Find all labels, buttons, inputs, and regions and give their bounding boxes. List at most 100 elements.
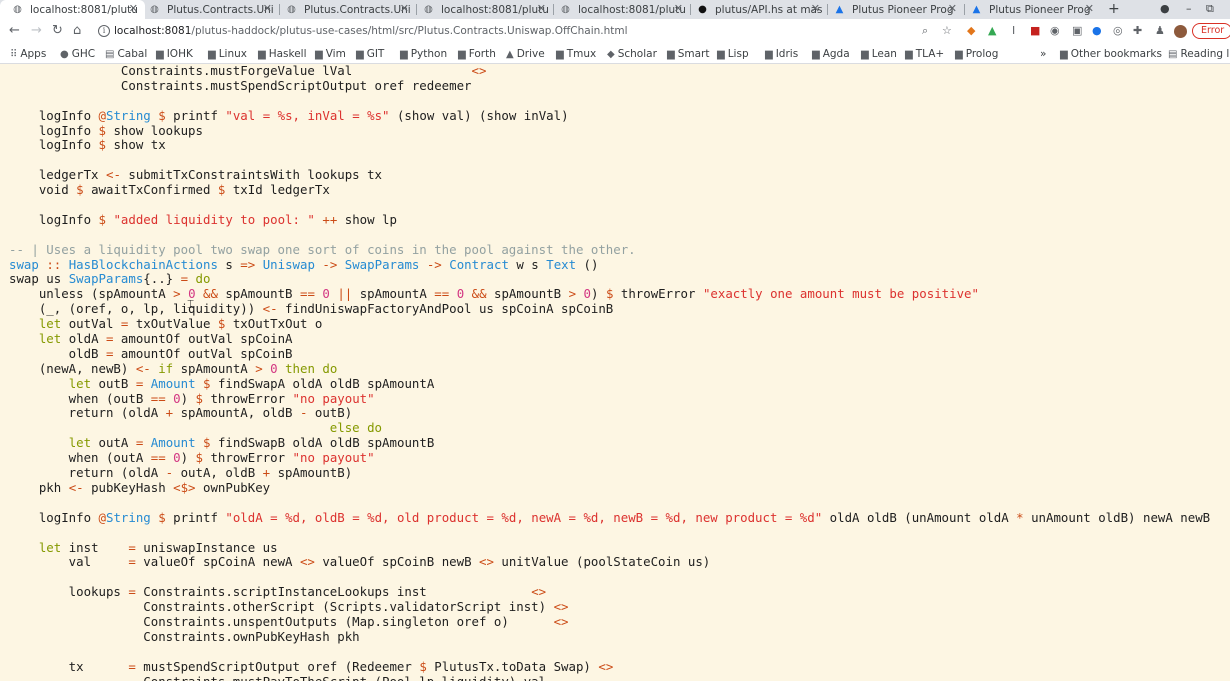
bookmark-forth[interactable]: ▆ Forth xyxy=(458,47,496,62)
info-icon[interactable]: i xyxy=(98,25,110,37)
address-bar[interactable]: localhost:8081/plutus-haddock/plutus-use… xyxy=(114,25,628,37)
tab-5[interactable]: ● plutus/API.hs at mas ✕ xyxy=(685,0,827,19)
folder-icon: ▆ xyxy=(667,49,675,60)
close-icon[interactable]: ✕ xyxy=(1085,2,1094,15)
bookmark-ghc[interactable]: ● GHC xyxy=(60,47,95,62)
bookmark-smart[interactable]: ▆ Smart xyxy=(667,47,709,62)
extension-blue-icon[interactable]: ● xyxy=(1092,24,1102,38)
close-icon[interactable]: ✕ xyxy=(263,2,272,15)
bookmark-cabal[interactable]: ▤ Cabal xyxy=(105,47,147,62)
tab-3[interactable]: ◍ localhost:8081/plutu ✕ xyxy=(411,0,553,19)
metamask-icon[interactable]: ◆ xyxy=(967,24,975,38)
code-token: valueOf spCoinA newA xyxy=(135,554,300,570)
extension-i-icon[interactable]: I xyxy=(1012,24,1015,38)
code-line: ledgerTx <- submitTxConstraintsWith look… xyxy=(9,167,1210,183)
folder-icon: ▆ xyxy=(208,49,216,60)
close-icon[interactable]: ✕ xyxy=(811,2,820,15)
extension-circle-icon[interactable]: ◉ xyxy=(1050,24,1060,38)
profile-icon[interactable]: ♟ xyxy=(1155,24,1165,38)
bookmark-lisp[interactable]: ▆ Lisp xyxy=(717,47,749,62)
reload-icon[interactable]: ↻ xyxy=(52,23,63,39)
code-token: {..} xyxy=(143,271,181,287)
folder-icon: ▆ xyxy=(1060,49,1068,60)
code-token: Constraints.otherScript (Scripts.validat… xyxy=(9,599,554,615)
new-tab-button[interactable]: + xyxy=(1108,0,1120,18)
close-icon[interactable]: ✕ xyxy=(537,2,546,15)
tab-7[interactable]: ▲ Plutus Pioneer Prog ✕ xyxy=(959,0,1101,19)
code-token: uniswapInstance us xyxy=(135,539,278,555)
home-icon[interactable]: ⌂ xyxy=(73,23,81,39)
code-token: <> xyxy=(479,554,494,570)
bookmark-vim[interactable]: ▆ Vim xyxy=(315,47,346,62)
bookmark-iohk[interactable]: ▆ IOHK xyxy=(156,47,193,62)
extensions-puzzle-icon[interactable]: ✚ xyxy=(1133,24,1142,38)
back-icon[interactable]: ← xyxy=(9,23,20,39)
bookmark-git[interactable]: ▆ GIT xyxy=(356,47,384,62)
extension-square-icon[interactable]: ▣ xyxy=(1072,24,1082,38)
code-token: findUniswapFactoryAndPool us spCoinA spC… xyxy=(277,301,614,317)
zoom-icon[interactable]: ⌕ xyxy=(922,24,928,38)
folder-icon: ▆ xyxy=(717,49,725,60)
bookmark-tla-[interactable]: ▆ TLA+ xyxy=(905,47,944,62)
google-drive-icon: ▲ xyxy=(506,49,514,60)
restore-icon[interactable]: ⧉ xyxy=(1206,1,1214,17)
code-token: Uniswap xyxy=(262,256,315,272)
code-token: when (outB xyxy=(9,390,151,406)
tab-0[interactable]: ◍ localhost:8081/plutu ✕ xyxy=(0,0,145,19)
code-line: Constraints.mustSpendScriptOutput oref r… xyxy=(9,78,1210,94)
code-token: = xyxy=(128,539,136,555)
reading-list-button[interactable]: ▤Reading lis xyxy=(1168,47,1230,62)
folder-icon: ▆ xyxy=(765,49,773,60)
code-token: || xyxy=(337,286,353,302)
tab-4[interactable]: ◍ localhost:8081/plutu ✕ xyxy=(548,0,690,19)
bookmark-idris[interactable]: ▆ Idris xyxy=(765,47,798,62)
code-token: amountOf outVal spCoinA xyxy=(113,331,293,347)
extension-ring-icon[interactable]: ◎ xyxy=(1113,24,1123,38)
bookmark-linux[interactable]: ▆ Linux xyxy=(208,47,247,62)
forward-icon[interactable]: → xyxy=(31,23,42,39)
bookmark-label: GIT xyxy=(366,48,385,60)
code-line: let outA = Amount $ findSwapB oldA oldB … xyxy=(9,435,1210,451)
code-token: <> xyxy=(553,613,569,629)
tab-6[interactable]: ▲ Plutus Pioneer Prog ✕ xyxy=(822,0,964,19)
code-token: 0 xyxy=(270,360,278,376)
extension-triangle-icon[interactable]: ▲ xyxy=(988,24,996,38)
code-token: "no payout" xyxy=(292,450,375,466)
code-token: ) xyxy=(591,286,606,302)
bookmark-python[interactable]: ▆ Python xyxy=(400,47,447,62)
bookmarks-overflow-button[interactable]: » xyxy=(1040,47,1046,61)
code-token: "exactly one amount must be positive" xyxy=(702,286,979,302)
bookmark-haskell[interactable]: ▆ Haskell xyxy=(258,47,307,62)
bookmarks-bar: ⠿ Apps ● GHC ▤ Cabal ▆ IOHK ▆ Linux ▆ Haskell ▆ Vim ▆ G… xyxy=(0,44,1230,64)
google-drive-icon: ▲ xyxy=(835,4,844,15)
minimize-icon[interactable]: – xyxy=(1186,1,1192,17)
bookmark-drive[interactable]: ▲ Drive xyxy=(506,47,545,62)
code-token: ) xyxy=(180,450,196,466)
close-icon[interactable]: ✕ xyxy=(400,2,409,15)
bookmark-agda[interactable]: ▆ Agda xyxy=(812,47,850,62)
code-token: Constraints.mustPayToTheScript (Pool lp … xyxy=(9,674,546,681)
other-bookmarks-folder[interactable]: ▆ Other bookmarks xyxy=(1060,47,1162,62)
bookmark-scholar[interactable]: ◆ Scholar xyxy=(607,47,657,62)
code-token: PlutusTx.toData Swap) xyxy=(426,658,599,674)
bookmark-apps[interactable]: ⠿ Apps xyxy=(10,47,46,62)
code-token: String xyxy=(106,107,151,123)
close-icon[interactable]: ✕ xyxy=(674,2,683,15)
extension-badge-icon[interactable]: ■ xyxy=(1030,24,1040,38)
code-token: pubKeyHash xyxy=(83,479,174,495)
code-line: logInfo $ show lookups xyxy=(9,123,1210,139)
bookmark-lean[interactable]: ▆ Lean xyxy=(861,47,897,62)
tab-2[interactable]: ◍ Plutus.Contracts.Uni ✕ xyxy=(274,0,416,19)
record-icon[interactable]: ● xyxy=(1160,1,1170,17)
error-badge[interactable]: Error xyxy=(1192,23,1230,39)
code-token: <> xyxy=(531,584,547,600)
close-icon[interactable]: ✕ xyxy=(948,2,957,15)
avatar[interactable] xyxy=(1174,25,1187,38)
bookmark-tmux[interactable]: ▆ Tmux xyxy=(556,47,596,62)
star-icon[interactable]: ☆ xyxy=(942,24,952,38)
code-line: swap :: HasBlockchainActions s => Uniswa… xyxy=(9,256,1210,273)
code-line: logInfo @String $ printf "val = %s, inVa… xyxy=(9,107,1210,124)
tab-1[interactable]: ◍ Plutus.Contracts.Uni ✕ xyxy=(137,0,279,19)
bookmark-prolog[interactable]: ▆ Prolog xyxy=(955,47,998,62)
